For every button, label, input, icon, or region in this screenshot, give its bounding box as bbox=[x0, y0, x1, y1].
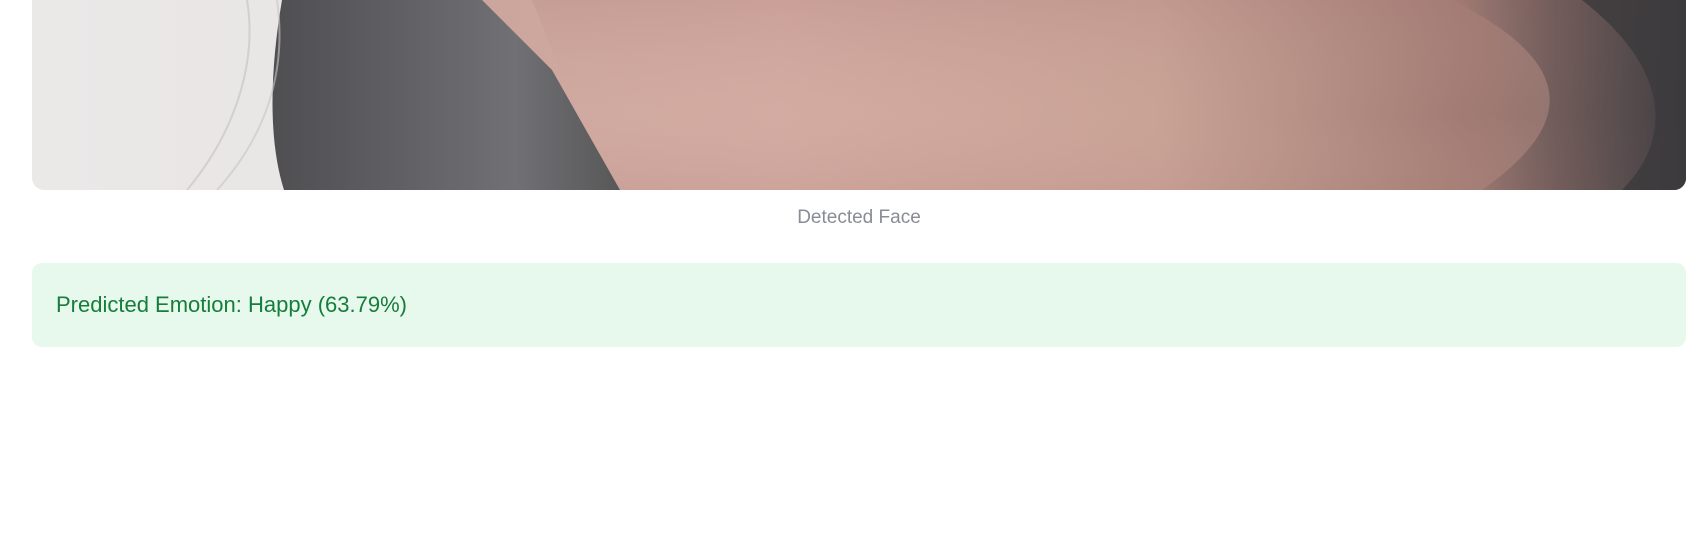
main-content: Detected Face Predicted Emotion: Happy (… bbox=[0, 0, 1696, 557]
success-alert: Predicted Emotion: Happy (63.79%) bbox=[32, 263, 1686, 347]
detected-face-image bbox=[32, 0, 1686, 190]
predicted-emotion-text: Predicted Emotion: Happy (63.79%) bbox=[56, 292, 407, 317]
image-caption: Detected Face bbox=[797, 207, 921, 228]
